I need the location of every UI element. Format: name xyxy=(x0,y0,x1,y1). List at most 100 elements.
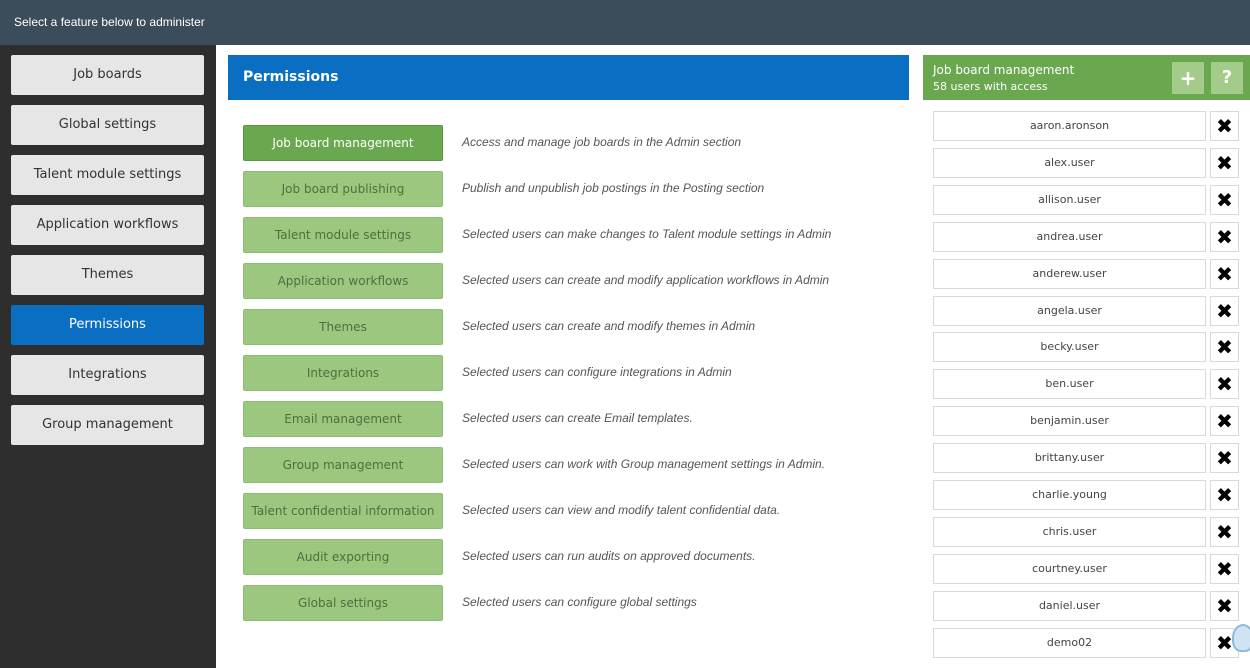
remove-user-button[interactable]: ✖ xyxy=(1210,369,1239,400)
user-row: alex.user ✖ xyxy=(933,147,1239,178)
close-icon: ✖ xyxy=(1216,483,1233,507)
top-bar-instruction: Select a feature below to administer xyxy=(14,15,205,29)
permission-description: Selected users can work with Group manag… xyxy=(462,457,826,471)
close-icon: ✖ xyxy=(1216,150,1233,175)
close-icon: ✖ xyxy=(1216,261,1233,286)
permission-row: Themes Selected users can create and modi… xyxy=(243,309,903,345)
close-icon: ✖ xyxy=(1216,630,1233,655)
permission-row: Email management Selected users can creat… xyxy=(243,401,903,437)
user-row: charlie.young ✖ xyxy=(933,480,1239,510)
user-name: benjamin.user xyxy=(933,406,1206,437)
remove-user-button[interactable]: ✖ xyxy=(1210,221,1239,252)
user-row: aaron.aronson ✖ xyxy=(933,111,1239,141)
sidebar-item-application-workflows[interactable]: Application workflows xyxy=(11,205,204,245)
remove-user-button[interactable]: ✖ xyxy=(1210,147,1239,178)
permission-row: Job board management Access and manage jo… xyxy=(243,125,903,161)
sidebar-item-job-boards[interactable]: Job boards xyxy=(11,55,204,95)
permission-row: Audit exporting Selected users can run au… xyxy=(243,539,903,575)
user-name: aaron.aronson xyxy=(933,111,1206,141)
close-icon: ✖ xyxy=(1216,224,1233,249)
user-name: charlie.young xyxy=(933,480,1206,510)
permission-description: Selected users can make changes to Talen… xyxy=(462,227,832,241)
permission-description: Selected users can create Email template… xyxy=(462,411,693,425)
sidebar-item-group-management[interactable]: Group management xyxy=(11,405,204,445)
permission-description: Selected users can view and modify talen… xyxy=(462,503,781,517)
permissions-header: Permissions xyxy=(228,55,909,100)
user-row: allison.user ✖ xyxy=(933,184,1239,215)
remove-user-button[interactable]: ✖ xyxy=(1210,516,1239,547)
permission-description: Selected users can configure integration… xyxy=(462,365,732,379)
remove-user-button[interactable]: ✖ xyxy=(1210,480,1239,510)
user-name: anderew.user xyxy=(933,258,1206,289)
user-row: becky.user ✖ xyxy=(933,332,1239,363)
remove-user-button[interactable]: ✖ xyxy=(1210,111,1239,141)
top-bar: Select a feature below to administer xyxy=(0,0,1250,45)
close-icon: ✖ xyxy=(1216,187,1233,212)
permission-description: Selected users can create and modify app… xyxy=(462,273,830,287)
remove-user-button[interactable]: ✖ xyxy=(1210,553,1239,584)
help-button[interactable]: ? xyxy=(1211,62,1243,94)
remove-user-button[interactable]: ✖ xyxy=(1210,443,1239,474)
sidebar-item-permissions[interactable]: Permissions xyxy=(11,305,204,345)
add-user-button[interactable]: + xyxy=(1172,62,1204,94)
user-row: anderew.user ✖ xyxy=(933,258,1239,289)
question-icon: ? xyxy=(1221,67,1233,88)
user-row: angela.user ✖ xyxy=(933,295,1239,326)
permission-button-themes[interactable]: Themes xyxy=(243,309,443,345)
permission-description: Publish and unpublish job postings in th… xyxy=(462,181,765,195)
user-name: andrea.user xyxy=(933,221,1206,252)
permission-button-integrations[interactable]: Integrations xyxy=(243,355,443,391)
permission-row: Global settings Selected users can config… xyxy=(243,585,903,621)
close-icon: ✖ xyxy=(1216,519,1233,544)
sidebar-item-themes[interactable]: Themes xyxy=(11,255,204,295)
user-name: allison.user xyxy=(933,184,1206,215)
permission-description: Selected users can configure global sett… xyxy=(462,595,697,609)
remove-user-button[interactable]: ✖ xyxy=(1210,332,1239,363)
permission-button-global-settings[interactable]: Global settings xyxy=(243,585,443,621)
permission-button-audit-exporting[interactable]: Audit exporting xyxy=(243,539,443,575)
close-icon: ✖ xyxy=(1216,446,1233,471)
permission-button-application-workflows[interactable]: Application workflows xyxy=(243,263,443,299)
permission-button-talent-module-settings[interactable]: Talent module settings xyxy=(243,217,443,253)
close-icon: ✖ xyxy=(1216,298,1233,323)
user-row: demo02 ✖ xyxy=(933,627,1239,658)
user-name: daniel.user xyxy=(933,590,1206,621)
permission-row: Job board publishing Publish and unpublis… xyxy=(243,171,903,207)
permission-button-job-board-management[interactable]: Job board management xyxy=(243,125,443,161)
permission-button-email-management[interactable]: Email management xyxy=(243,401,443,437)
permission-button-job-board-publishing[interactable]: Job board publishing xyxy=(243,171,443,207)
sidebar-item-integrations[interactable]: Integrations xyxy=(11,355,204,395)
close-icon: ✖ xyxy=(1216,593,1233,618)
sidebar-item-global-settings[interactable]: Global settings xyxy=(11,105,204,145)
close-icon: ✖ xyxy=(1216,409,1233,434)
close-icon: ✖ xyxy=(1216,556,1233,581)
remove-user-button[interactable]: ✖ xyxy=(1210,295,1239,326)
permission-button-group-management[interactable]: Group management xyxy=(243,447,443,483)
remove-user-button[interactable]: ✖ xyxy=(1210,406,1239,437)
user-row: daniel.user ✖ xyxy=(933,590,1239,621)
permission-row: Application workflows Selected users can … xyxy=(243,263,903,299)
remove-user-button[interactable]: ✖ xyxy=(1210,590,1239,621)
user-row: brittany.user ✖ xyxy=(933,443,1239,474)
selected-permission-title: Job board management xyxy=(933,63,1075,77)
user-row: andrea.user ✖ xyxy=(933,221,1239,252)
user-row: courtney.user ✖ xyxy=(933,553,1239,584)
chat-mascot-icon[interactable] xyxy=(1232,624,1250,652)
user-name: courtney.user xyxy=(933,553,1206,584)
permission-row: Group management Selected users can work … xyxy=(243,447,903,483)
remove-user-button[interactable]: ✖ xyxy=(1210,258,1239,289)
permission-row: Talent module settings Selected users can… xyxy=(243,217,903,253)
close-icon: ✖ xyxy=(1216,114,1233,138)
user-row: benjamin.user ✖ xyxy=(933,406,1239,437)
permission-description: Selected users can run audits on approve… xyxy=(462,549,756,563)
user-name: brittany.user xyxy=(933,443,1206,474)
plus-icon: + xyxy=(1179,66,1197,90)
permission-button-talent-confidential-information[interactable]: Talent confidential information xyxy=(243,493,443,529)
permission-row: Integrations Selected users can configure… xyxy=(243,355,903,391)
permission-description: Access and manage job boards in the Admi… xyxy=(462,135,742,149)
user-row: ben.user ✖ xyxy=(933,369,1239,400)
remove-user-button[interactable]: ✖ xyxy=(1210,184,1239,215)
user-name: angela.user xyxy=(933,295,1206,326)
page-title: Permissions xyxy=(243,69,339,85)
sidebar-item-talent-module-settings[interactable]: Talent module settings xyxy=(11,155,204,195)
